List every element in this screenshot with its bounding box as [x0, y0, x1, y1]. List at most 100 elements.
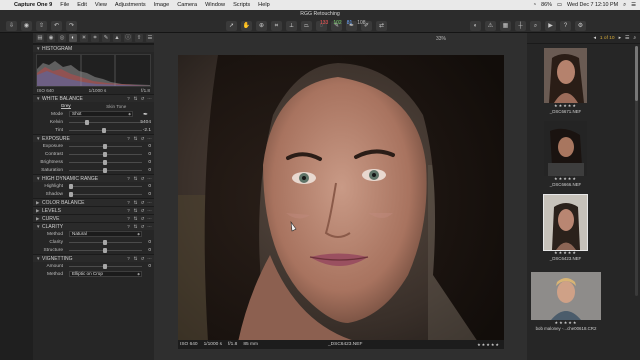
- import-icon[interactable]: ⇩: [6, 20, 17, 31]
- reset-icon[interactable]: ↺: [140, 96, 145, 101]
- copy-icon[interactable]: ⇅: [133, 208, 138, 213]
- exposure-warning-icon[interactable]: ⚠: [485, 20, 496, 31]
- thumbnail-image[interactable]: [544, 48, 587, 103]
- exposure-header[interactable]: ▼ EXPOSURE ? ⇅ ↺ ⋯: [33, 134, 154, 142]
- structure-slider[interactable]: [69, 248, 142, 253]
- brightness-slider[interactable]: [69, 160, 142, 165]
- output-tab-icon[interactable]: ⇧: [135, 34, 143, 42]
- contrast-slider[interactable]: [69, 152, 142, 157]
- help-icon[interactable]: ?: [126, 208, 131, 213]
- menu-adjustments[interactable]: Adjustments: [111, 2, 150, 8]
- copy-icon[interactable]: ⇅: [133, 256, 138, 261]
- library-tab-icon[interactable]: ▤: [36, 34, 44, 42]
- saturation-value[interactable]: 0: [148, 168, 151, 173]
- slider-knob[interactable]: [103, 168, 107, 173]
- exposure-slider[interactable]: [69, 144, 142, 149]
- wb-mode-select[interactable]: Shot: [69, 111, 133, 117]
- crop-icon[interactable]: ⌗: [271, 20, 282, 31]
- menu-app[interactable]: Capture One 9: [10, 2, 56, 8]
- thumbnail-item[interactable]: ★★★★★ _DSC6671.NEF: [544, 48, 587, 114]
- help-icon[interactable]: ?: [126, 216, 131, 221]
- help-icon[interactable]: ?: [560, 20, 571, 31]
- settings-icon[interactable]: ⚙: [575, 20, 586, 31]
- vignette-amount-slider[interactable]: [69, 264, 142, 269]
- more-icon[interactable]: ⋯: [147, 96, 152, 101]
- copy-icon[interactable]: ⇅: [133, 200, 138, 205]
- shadow-slider[interactable]: [69, 192, 142, 197]
- redo-icon[interactable]: ↷: [66, 20, 77, 31]
- capture-tab-icon[interactable]: ◉: [47, 34, 55, 42]
- clarity-method-select[interactable]: Natural: [69, 231, 142, 237]
- help-icon[interactable]: ?: [126, 136, 131, 141]
- next-icon[interactable]: ▸: [619, 36, 621, 41]
- highlight-value[interactable]: 0: [148, 184, 151, 189]
- reset-icon[interactable]: ↺: [140, 224, 145, 229]
- undo-icon[interactable]: ↶: [51, 20, 62, 31]
- help-icon[interactable]: ?: [126, 256, 131, 261]
- guides-icon[interactable]: ┼: [515, 20, 526, 31]
- menu-help[interactable]: Help: [254, 2, 274, 8]
- tab-skin-tone[interactable]: Skin Tone: [106, 104, 126, 109]
- keystone-icon[interactable]: ⏢: [301, 20, 312, 31]
- zoom-readout[interactable]: 33%: [436, 36, 446, 42]
- color-tab-icon[interactable]: ◐: [69, 34, 77, 42]
- capture-icon[interactable]: ◉: [21, 20, 32, 31]
- local-adjust-tab-icon[interactable]: ✎: [102, 34, 110, 42]
- slider-knob[interactable]: [103, 160, 107, 165]
- levels-header[interactable]: ▶ LEVELS ? ⇅ ↺ ⋯: [33, 206, 154, 214]
- vignette-amount-value[interactable]: 0: [148, 264, 151, 269]
- clarity-value[interactable]: 0: [148, 240, 151, 245]
- slideshow-icon[interactable]: ▶: [545, 20, 556, 31]
- loupe-icon[interactable]: ⌕: [530, 20, 541, 31]
- pan-hand-icon[interactable]: ✋: [241, 20, 252, 31]
- menu-view[interactable]: View: [91, 2, 111, 8]
- structure-value[interactable]: 0: [148, 248, 151, 253]
- spotlight-search-icon[interactable]: ⌕: [623, 2, 626, 9]
- crop-tab-icon[interactable]: ⌗: [91, 34, 99, 42]
- vignette-method-select[interactable]: Elliptic on Crop: [69, 271, 142, 277]
- straighten-icon[interactable]: ⟂: [286, 20, 297, 31]
- main-photo[interactable]: [178, 55, 504, 342]
- help-icon[interactable]: ?: [126, 176, 131, 181]
- exposure-value[interactable]: 0: [148, 144, 151, 149]
- thumbnail-item[interactable]: ★★★★★ bob maloney -...che00618.CR2: [531, 272, 601, 331]
- copy-icon[interactable]: ⇅: [133, 216, 138, 221]
- help-icon[interactable]: ?: [126, 224, 131, 229]
- scrollbar-thumb[interactable]: [635, 46, 638, 101]
- more-icon[interactable]: ⋯: [147, 208, 152, 213]
- notification-list-icon[interactable]: ☰: [631, 2, 636, 8]
- menu-scripts[interactable]: Scripts: [229, 2, 254, 8]
- details-tab-icon[interactable]: ▲: [113, 34, 121, 42]
- help-icon[interactable]: ?: [126, 96, 131, 101]
- rating-stars[interactable]: ★★★★★: [477, 342, 500, 347]
- more-icon[interactable]: ⋯: [147, 224, 152, 229]
- battery-icon[interactable]: ▭: [557, 2, 562, 8]
- brightness-value[interactable]: 0: [148, 160, 151, 165]
- vignetting-header[interactable]: ▼ VIGNETTING ? ⇅ ↺ ⋯: [33, 254, 154, 262]
- slider-knob[interactable]: [103, 152, 107, 157]
- more-icon[interactable]: ⋯: [147, 136, 152, 141]
- slider-knob[interactable]: [69, 192, 73, 197]
- kelvin-value[interactable]: 5404: [140, 120, 151, 125]
- thumbnail-image[interactable]: [544, 121, 587, 176]
- process-icon[interactable]: ⇧: [36, 20, 47, 31]
- slider-knob[interactable]: [85, 120, 89, 125]
- proof-icon[interactable]: ◐: [470, 20, 481, 31]
- previous-icon[interactable]: ◂: [593, 36, 595, 41]
- grid-icon[interactable]: ▦: [500, 20, 511, 31]
- slider-knob[interactable]: [69, 184, 73, 189]
- kelvin-slider[interactable]: [69, 120, 142, 125]
- slider-knob[interactable]: [103, 144, 107, 149]
- contrast-value[interactable]: 0: [148, 152, 151, 157]
- thumbnail-image[interactable]: [543, 194, 588, 251]
- metadata-tab-icon[interactable]: ⓘ: [124, 34, 132, 42]
- clarity-slider[interactable]: [69, 240, 142, 245]
- tint-value[interactable]: -2.1: [143, 128, 151, 133]
- more-icon[interactable]: ⋯: [147, 216, 152, 221]
- search-icon[interactable]: ⌕: [633, 35, 636, 41]
- copy-icon[interactable]: ⇅: [133, 96, 138, 101]
- white-balance-header[interactable]: ▼ WHITE BALANCE ? ⇅ ↺ ⋯: [33, 94, 154, 102]
- more-icon[interactable]: ⋯: [147, 176, 152, 181]
- slider-knob[interactable]: [102, 128, 106, 133]
- thumbnail-item-selected[interactable]: ★★★★★ _DSC6423.NEF: [543, 194, 588, 261]
